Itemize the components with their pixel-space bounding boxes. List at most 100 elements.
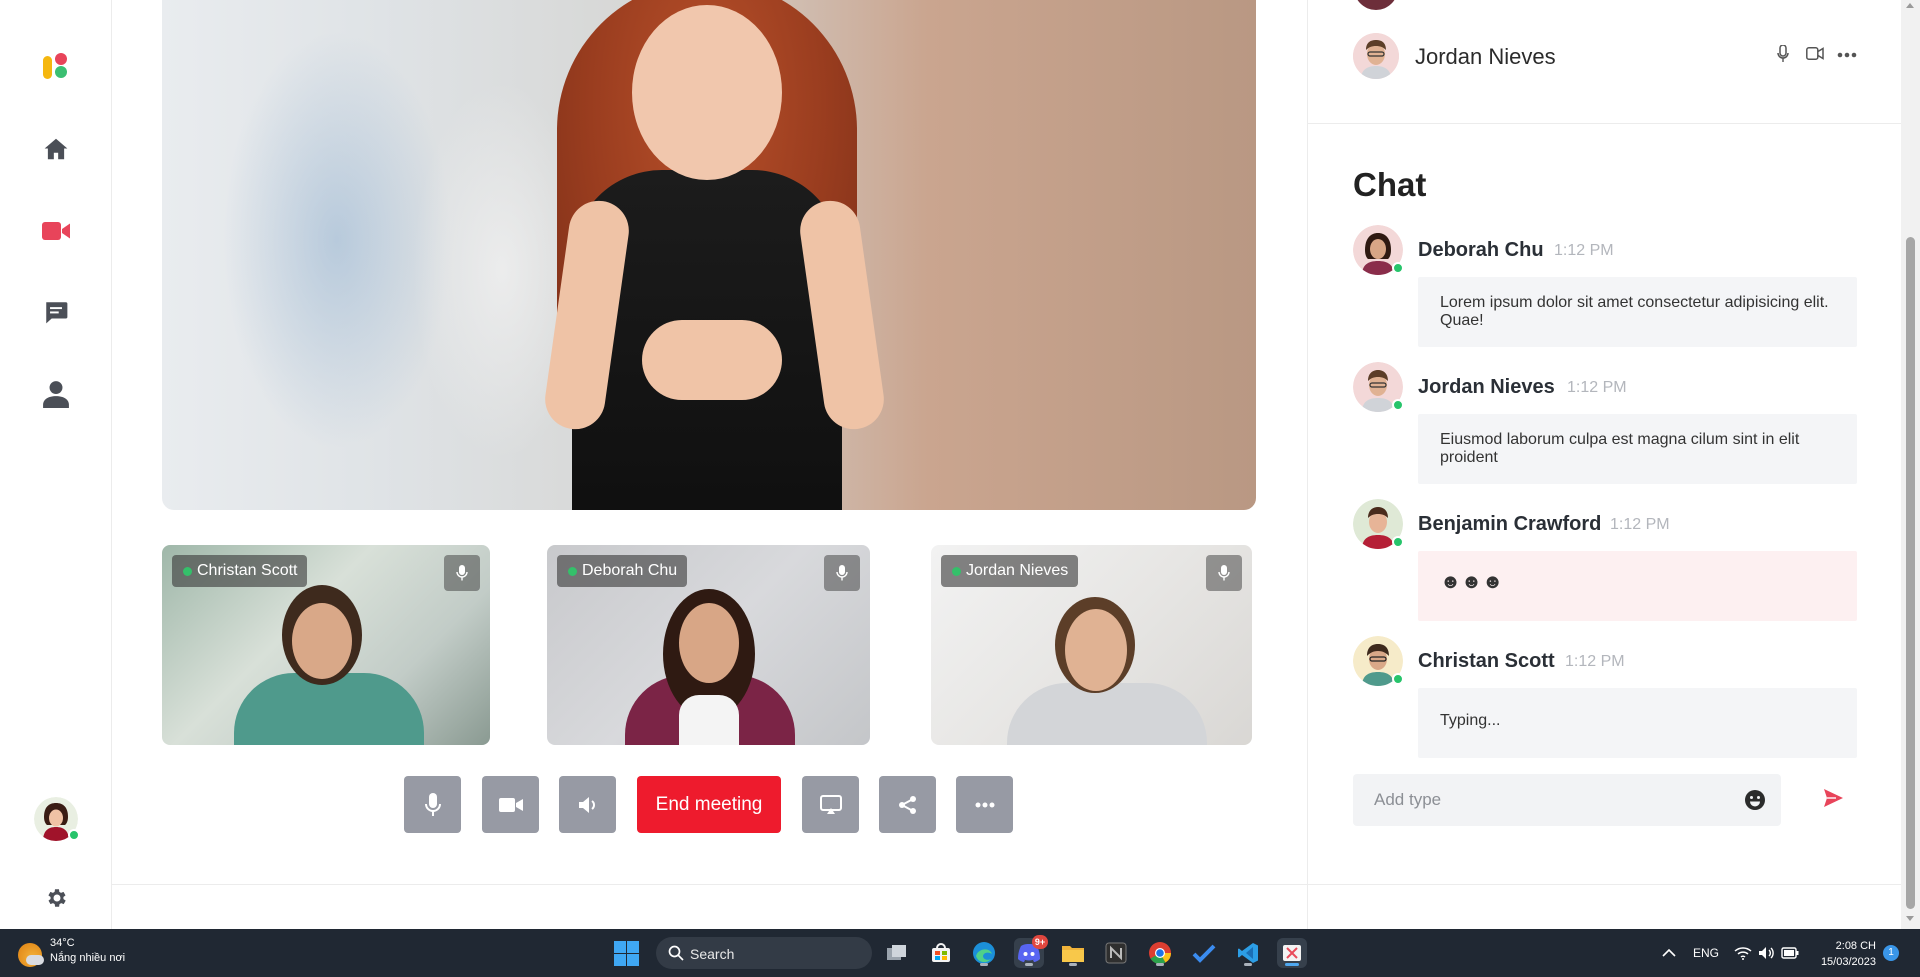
todo-icon[interactable] [1189,938,1219,968]
online-status-dot [1392,536,1404,548]
snipping-tool-icon[interactable] [1277,938,1307,968]
microphone-icon[interactable] [1777,45,1789,63]
discord-icon[interactable]: 9+ [1014,935,1048,968]
file-explorer-icon[interactable] [1058,938,1088,968]
weather-widget[interactable]: 34°C Nắng nhiều nơi [18,936,125,967]
avatar [1353,225,1404,275]
task-view-icon[interactable] [882,938,912,968]
participant-mic-button[interactable] [444,555,480,591]
weather-icon [18,943,44,967]
windows-taskbar: 34°C Nắng nhiều nơi Search 9+ ENG 2:08 C… [0,929,1920,977]
participant-tile[interactable]: Jordan Nieves [931,545,1252,745]
gear-icon [48,889,66,907]
camera-toggle-button[interactable] [482,776,539,833]
battery-icon[interactable] [1781,929,1799,977]
mic-toggle-button[interactable] [404,776,461,833]
scrollbar-thumb[interactable] [1906,237,1915,909]
home-icon [44,138,68,160]
online-status-dot [952,567,961,576]
participant-name-tag: Christan Scott [172,555,308,587]
vscode-icon[interactable] [1233,938,1263,968]
sidebar-item-home[interactable] [32,125,80,173]
share-button[interactable] [879,776,936,833]
online-status-dot [1392,399,1404,411]
message-time: 1:12 PM [1610,516,1670,533]
search-label: Search [690,946,735,962]
chat-message-input[interactable] [1353,774,1733,826]
participant-name: Jordan Nieves [966,562,1069,579]
send-icon[interactable] [1822,787,1844,809]
app-logo[interactable] [32,42,80,90]
sidebar-item-chat[interactable] [32,288,80,336]
current-user-avatar[interactable] [34,797,80,841]
divider [1307,123,1901,124]
more-dots-icon[interactable] [1837,52,1857,58]
clock-date: 15/03/2023 [1820,956,1876,968]
notification-count-badge[interactable]: 1 [1883,945,1899,961]
system-clock[interactable]: 2:08 CH 15/03/2023 [1806,938,1876,970]
store-icon[interactable] [926,938,956,968]
message-bubble: Lorem ipsum dolor sit amet consectetur a… [1418,277,1857,347]
video-camera-icon[interactable] [1806,47,1824,60]
wifi-icon[interactable] [1734,929,1752,977]
online-status-dot [1392,673,1404,685]
message-bubble: Typing... [1418,688,1857,758]
avatar [1353,499,1404,549]
show-hidden-icons-button[interactable] [1662,929,1676,977]
participant-figure [1007,683,1207,745]
notion-icon[interactable] [1101,938,1131,968]
windows-logo-icon [614,941,626,953]
scroll-up-arrow-icon[interactable] [1906,3,1914,8]
speaker-toggle-button[interactable] [559,776,616,833]
language-indicator[interactable]: ENG [1693,929,1719,977]
participant-mic-button[interactable] [1206,555,1242,591]
participant-list-row[interactable]: Jordan Nieves [1353,33,1857,79]
end-meeting-button[interactable]: End meeting [637,776,781,833]
settings-button[interactable] [32,874,80,922]
logo-icon [43,53,67,79]
participant-name-tag: Jordan Nieves [941,555,1079,587]
divider [112,884,1307,885]
start-button[interactable] [614,941,640,967]
share-icon [898,795,916,814]
sidebar-item-user[interactable] [32,370,80,418]
chrome-icon[interactable] [1145,938,1175,968]
main-speaker-video[interactable] [162,0,1256,510]
page-scrollbar[interactable] [1901,0,1920,929]
speaker-figure [642,320,782,400]
edge-icon[interactable] [969,938,999,968]
sidebar-item-video[interactable] [32,207,80,255]
taskbar-search[interactable]: Search [656,937,872,969]
cast-icon [819,794,842,814]
screen-cast-button[interactable] [802,776,859,833]
message-sender: Christan Scott [1418,650,1555,672]
message-sender: Deborah Chu [1418,239,1544,261]
chat-icon [46,302,68,324]
online-status-dot [1392,262,1404,274]
participant-name: Jordan Nieves [1415,44,1556,69]
more-options-button[interactable] [956,776,1013,833]
participant-name-tag: Deborah Chu [557,555,688,587]
participant-tile[interactable]: Deborah Chu [547,545,870,745]
participant-figure [679,695,739,745]
chat-input-box [1353,774,1781,826]
volume-icon[interactable] [1758,929,1776,977]
avatar [1353,33,1399,79]
online-status-dot [68,829,80,841]
video-camera-icon [42,222,70,240]
participant-tile[interactable]: Christan Scott [162,545,490,745]
participant-figure [292,603,352,679]
divider [1307,884,1901,885]
emoji-icon[interactable] [1743,788,1767,812]
message-time: 1:12 PM [1565,653,1625,670]
scroll-down-arrow-icon[interactable] [1906,916,1914,921]
participant-figure [679,603,739,683]
microphone-icon [836,565,848,581]
participant-figure [1065,609,1127,691]
left-sidebar [0,0,112,929]
online-status-dot [568,567,577,576]
participant-mic-button[interactable] [824,555,860,591]
message-sender: Benjamin Crawford [1418,513,1602,535]
message-time: 1:12 PM [1567,379,1627,396]
message-sender: Jordan Nieves [1418,376,1555,398]
